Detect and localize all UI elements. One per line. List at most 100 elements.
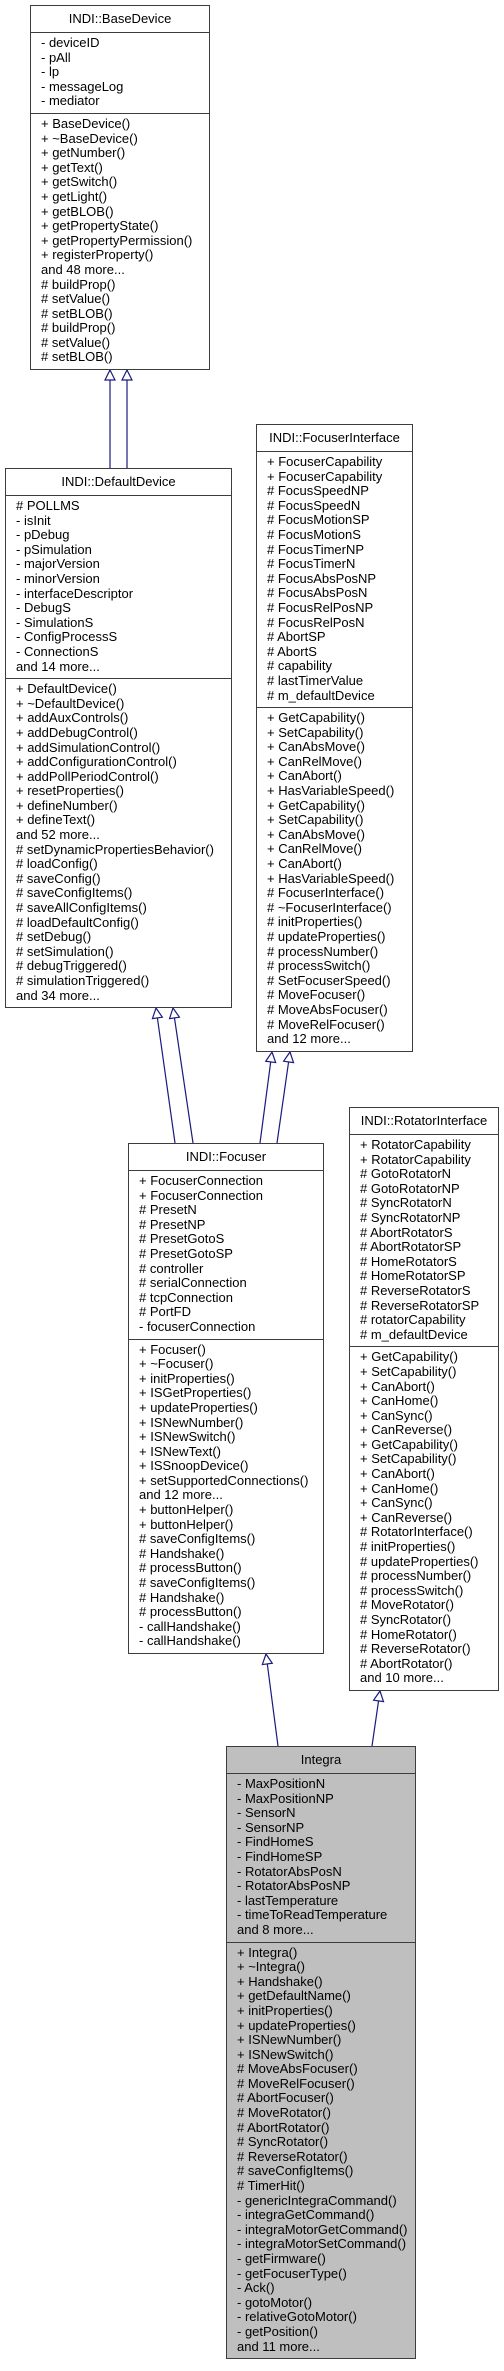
member-item: + registerProperty() bbox=[41, 247, 154, 263]
edge-line bbox=[173, 1017, 194, 1144]
class-box-integra[interactable]: Integra - MaxPositionN - MaxPositionNP - S… bbox=[226, 1746, 416, 2360]
member-item: - integraMotorGetCommand() bbox=[237, 2221, 408, 2237]
member-item: + getNumber() bbox=[41, 145, 126, 161]
member-item: + Handshake() bbox=[237, 1973, 323, 1989]
member-item: - focuserConnection bbox=[139, 1318, 256, 1334]
class-box-rotator-interface[interactable]: INDI::RotatorInterface + RotatorCapabili… bbox=[349, 1107, 499, 1691]
class-box-focuser-interface[interactable]: INDI::FocuserInterface + FocuserCapabili… bbox=[256, 424, 413, 1052]
member-item: # GotoRotatorN bbox=[360, 1166, 452, 1182]
member-item: # capability bbox=[267, 658, 333, 674]
member-item: + buttonHelper() bbox=[139, 1516, 234, 1532]
member-item: - Ack() bbox=[237, 2280, 275, 2296]
member-item: # SetFocuserSpeed() bbox=[267, 972, 391, 988]
member-item: + RotatorCapability bbox=[360, 1151, 471, 1167]
member-item: # FocusSpeedN bbox=[267, 497, 361, 513]
member-item: + ~BaseDevice() bbox=[41, 130, 138, 146]
more-members-link[interactable]: and 10 more... bbox=[360, 1671, 492, 1686]
class-box-focuser[interactable]: INDI::Focuser + FocuserConnection + Focus… bbox=[128, 1143, 324, 1654]
edge-line bbox=[276, 1061, 290, 1144]
member-item: + defineText() bbox=[16, 812, 96, 828]
member-item: + ISNewText() bbox=[139, 1443, 221, 1459]
attribute-list: # POLLMS - isInit - pDebug - pSimulation - m… bbox=[6, 496, 231, 678]
more-members-link[interactable]: and 8 more... bbox=[237, 1922, 409, 1938]
member-item: - FindHomeSP bbox=[237, 1848, 323, 1864]
member-item: + getBLOB() bbox=[41, 203, 114, 219]
member-item: # setBLOB() bbox=[41, 305, 113, 321]
member-item: # saveConfigItems() bbox=[16, 885, 133, 901]
member-item: # FocusRelPosNP bbox=[267, 599, 374, 615]
more-members-link[interactable]: and 11 more... bbox=[237, 2339, 409, 2355]
member-item: # m_defaultDevice bbox=[267, 687, 375, 703]
member-item: + addConfigurationControl() bbox=[16, 754, 177, 770]
member-item: + getSwitch() bbox=[41, 174, 118, 190]
member-item: # ReverseRotatorS bbox=[360, 1282, 471, 1298]
class-title: INDI::DefaultDevice bbox=[6, 469, 231, 496]
edge-line bbox=[156, 1017, 176, 1144]
more-members-link[interactable]: and 14 more... bbox=[16, 659, 225, 675]
member-item: # RotatorInterface() bbox=[360, 1524, 473, 1540]
member-item: # buildProp() bbox=[41, 320, 116, 336]
member-item: + ISNewNumber() bbox=[139, 1414, 244, 1430]
more-members-link[interactable]: and 52 more... bbox=[16, 827, 225, 843]
class-box-default-device[interactable]: INDI::DefaultDevice # POLLMS - isInit - pD… bbox=[5, 468, 232, 1009]
member-item: - majorVersion bbox=[16, 556, 100, 572]
member-item: # loadConfig() bbox=[16, 856, 98, 872]
member-item: + buttonHelper() bbox=[139, 1502, 234, 1518]
member-item: + ~Focuser() bbox=[139, 1356, 214, 1372]
member-item: # SyncRotator() bbox=[237, 2134, 329, 2150]
member-item: # FocusMotionSP bbox=[267, 512, 370, 528]
member-item: + addAuxControls() bbox=[16, 710, 129, 726]
member-item: + FocuserConnection bbox=[139, 1187, 263, 1203]
member-item: # AbortS bbox=[267, 643, 317, 659]
method-list: + Integra() + ~Integra() + Handshake() + ge… bbox=[227, 1941, 415, 2359]
member-item: - pSimulation bbox=[16, 541, 92, 557]
member-item: # saveConfigItems() bbox=[139, 1531, 256, 1547]
member-item: + SetCapability() bbox=[360, 1363, 457, 1379]
member-item: # initProperties() bbox=[360, 1539, 456, 1555]
member-item: # processSwitch() bbox=[267, 958, 371, 974]
member-item: # FocusSpeedNP bbox=[267, 483, 369, 499]
more-members-link[interactable]: and 34 more... bbox=[16, 988, 225, 1004]
member-item: - integraMotorSetCommand() bbox=[237, 2236, 407, 2252]
inheritance-arrowhead-icon bbox=[282, 1050, 295, 1064]
member-item: # setValue() bbox=[41, 334, 111, 350]
member-item: # SyncRotatorN bbox=[360, 1195, 452, 1211]
member-item: + ISNewSwitch() bbox=[237, 2046, 334, 2062]
method-list: + DefaultDevice() + ~DefaultDevice() + add… bbox=[6, 678, 231, 1007]
member-item: # SyncRotator() bbox=[360, 1612, 452, 1627]
member-item: - ConnectionS bbox=[16, 643, 99, 659]
member-item: # FocusTimerNP bbox=[267, 541, 365, 557]
member-item: # ~FocuserInterface() bbox=[267, 899, 392, 915]
class-title: Integra bbox=[227, 1747, 415, 1774]
class-title: INDI::Focuser bbox=[129, 1144, 323, 1171]
member-item: # MoveAbsFocuser() bbox=[237, 2061, 358, 2077]
member-item: - pDebug bbox=[16, 527, 70, 543]
member-item: + ~DefaultDevice() bbox=[16, 695, 125, 711]
member-item: + ISSnoopDevice() bbox=[139, 1458, 249, 1474]
member-item: # FocusAbsPosNP bbox=[267, 570, 377, 586]
member-item: - genericIntegraCommand() bbox=[237, 2192, 397, 2208]
class-title: INDI::FocuserInterface bbox=[257, 425, 412, 452]
member-item: # FocusTimerN bbox=[267, 556, 356, 572]
edge-focuser-to-defaultdevice bbox=[168, 1006, 194, 1144]
member-item: + CanAbsMove() bbox=[267, 739, 365, 755]
member-item: + CanSync() bbox=[360, 1407, 433, 1423]
member-item: - RotatorAbsPosNP bbox=[237, 1878, 351, 1894]
more-members-link[interactable]: and 48 more... bbox=[41, 262, 203, 278]
class-box-base-device[interactable]: INDI::BaseDevice - deviceID - pAll - lp - m… bbox=[30, 5, 210, 371]
more-members-link[interactable]: and 12 more... bbox=[267, 1032, 406, 1047]
member-item: + updateProperties() bbox=[139, 1399, 258, 1415]
more-members-link[interactable]: and 12 more... bbox=[139, 1488, 317, 1503]
member-item: # AbortRotator() bbox=[360, 1655, 453, 1671]
member-item: # saveAllConfigItems() bbox=[16, 900, 147, 916]
member-item: - deviceID bbox=[41, 35, 100, 50]
member-item: # MoveRelFocuser() bbox=[267, 1016, 385, 1032]
member-item: + ~Integra() bbox=[237, 1959, 305, 1975]
member-item: # FocusMotionS bbox=[267, 526, 361, 542]
member-item: # rotatorCapability bbox=[360, 1312, 466, 1328]
member-item: + CanReverse() bbox=[360, 1422, 453, 1438]
member-item: + CanRelMove() bbox=[267, 841, 363, 857]
member-item: # FocuserInterface() bbox=[267, 885, 385, 901]
member-item: # buildProp() bbox=[41, 276, 116, 292]
member-item: + addPollPeriodControl() bbox=[16, 768, 159, 784]
